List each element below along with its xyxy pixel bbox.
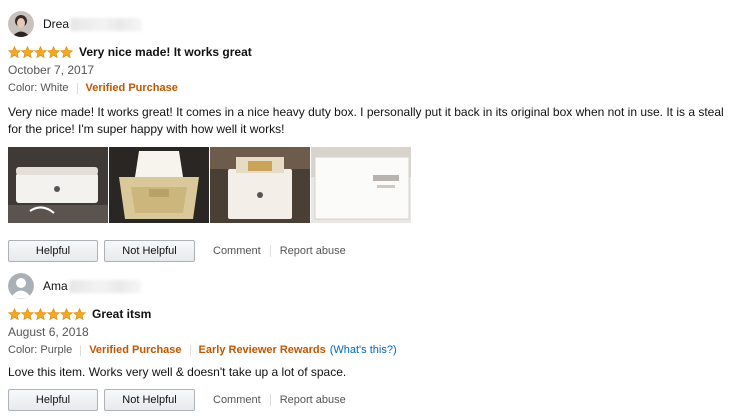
not-helpful-button[interactable]: Not Helpful [104,389,195,411]
review-date: August 6, 2018 [8,325,89,339]
reviewer-name[interactable]: Ama [43,279,68,293]
review-meta: Color: Purple Verified Purchase Early Re… [8,343,738,357]
review-meta: Color: White Verified Purchase [8,81,738,95]
review-actions: Helpful Not Helpful Comment Report abuse [8,389,738,411]
star-rating[interactable] [8,307,86,321]
redacted-name-blur [70,17,143,31]
comment-link[interactable]: Comment [213,394,261,406]
report-abuse-link[interactable]: Report abuse [280,245,346,257]
star-icon [21,307,34,321]
early-reviewer-rewards-badge: Early Reviewer Rewards [198,344,326,356]
review-date: October 7, 2017 [8,63,95,77]
review-title[interactable]: Great itsm [92,307,151,321]
review-image-thumbnail[interactable] [8,147,108,223]
review-card: Ama Great itsm August 6, 2018 Color: Pur… [8,272,738,411]
product-color: Color: White [8,82,69,94]
whats-this-link[interactable]: (What's this?) [330,343,397,357]
action-divider [269,245,271,257]
star-icon [47,45,60,59]
star-icon [60,307,73,321]
reviewer-profile[interactable]: Ama [8,272,738,300]
review-image-gallery [8,147,738,223]
reviewer-name[interactable]: Drea [43,17,69,31]
redacted-name-blur [68,279,141,293]
reviews-page: Drea Very nice made! It works great Octo… [0,0,750,418]
avatar[interactable] [8,11,34,37]
verified-purchase-badge: Verified Purchase [85,82,178,94]
star-icon [8,45,21,59]
default-avatar-icon[interactable] [8,273,34,299]
meta-divider [80,344,82,356]
star-icon [34,45,47,59]
star-icon [73,307,86,321]
review-image-thumbnail[interactable] [210,147,310,223]
report-abuse-link[interactable]: Report abuse [280,394,346,406]
reviewer-profile[interactable]: Drea [8,10,738,38]
star-icon [34,307,47,321]
product-color: Color: Purple [8,344,73,356]
review-body: Very nice made! It works great! It comes… [8,105,724,136]
action-divider [269,394,271,406]
review-image-thumbnail[interactable] [311,147,411,223]
comment-link[interactable]: Comment [213,245,261,257]
star-rating[interactable] [8,45,73,59]
review-title[interactable]: Very nice made! It works great [79,45,252,59]
review-body: Love this item. Works very well & doesn'… [8,365,347,379]
meta-divider [189,344,191,356]
verified-purchase-badge: Verified Purchase [89,344,182,356]
star-icon [60,45,73,59]
star-icon [47,307,60,321]
not-helpful-button[interactable]: Not Helpful [104,240,195,262]
star-icon [8,307,21,321]
review-image-thumbnail[interactable] [109,147,209,223]
review-actions: Helpful Not Helpful Comment Report abuse [8,240,738,262]
star-icon [21,45,34,59]
meta-divider [76,82,78,94]
review-card: Drea Very nice made! It works great Octo… [8,10,738,262]
helpful-button[interactable]: Helpful [8,240,98,262]
helpful-button[interactable]: Helpful [8,389,98,411]
